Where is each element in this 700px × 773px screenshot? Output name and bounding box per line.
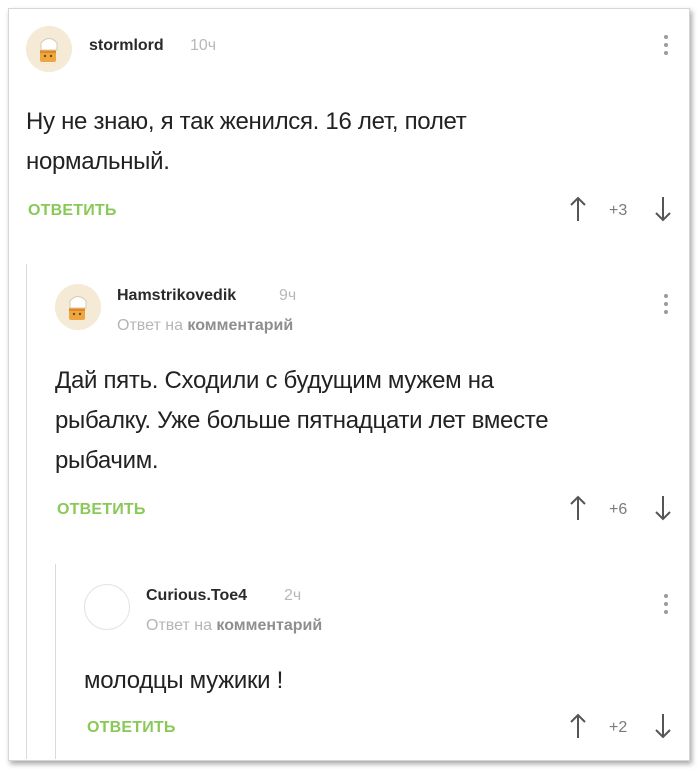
more-options-icon[interactable] <box>661 294 671 324</box>
more-options-icon[interactable] <box>661 35 671 65</box>
comment-time: 2ч <box>284 587 302 604</box>
comment-author[interactable]: Hamstrikovedik <box>117 287 236 305</box>
comment-score: +6 <box>609 501 628 518</box>
reply-to-link[interactable]: комментарий <box>216 617 322 634</box>
empty-avatar-icon[interactable] <box>84 584 130 630</box>
downvote-arrow-icon[interactable] <box>654 195 672 228</box>
comment-text: Ну не знаю, я так женился. 16 лет, полет… <box>26 102 467 182</box>
reply-to-label: Ответ на комментарий <box>117 317 293 335</box>
reply-to-prefix: Ответ на <box>117 317 188 334</box>
comment-text: молодцы мужики ! <box>84 661 283 701</box>
comments-panel: stormlord 10ч Ну не знаю, я так женился.… <box>8 8 690 761</box>
upvote-arrow-icon[interactable] <box>569 195 587 228</box>
comment-score: +2 <box>609 719 628 736</box>
comment-text: Дай пять. Сходили с будущим мужем на рыб… <box>55 361 549 481</box>
reply-to-link[interactable]: комментарий <box>187 317 293 334</box>
thread-line <box>26 264 27 759</box>
downvote-arrow-icon[interactable] <box>654 712 672 745</box>
more-options-icon[interactable] <box>661 594 671 624</box>
comment-author[interactable]: stormlord <box>89 37 164 55</box>
comment-text-line: рыбачим. <box>55 447 159 474</box>
reply-button[interactable]: ОТВЕТИТЬ <box>28 202 117 220</box>
reply-to-prefix: Ответ на <box>146 617 217 634</box>
comment-author[interactable]: Curious.Toe4 <box>146 587 247 605</box>
downvote-arrow-icon[interactable] <box>654 494 672 527</box>
comment-text-line: молодцы мужики ! <box>84 667 284 694</box>
comment-time: 9ч <box>279 287 297 304</box>
comment-text-line: Ну не знаю, я так женился. 16 лет, полет <box>26 108 467 135</box>
toast-avatar-icon[interactable] <box>55 284 101 330</box>
upvote-arrow-icon[interactable] <box>569 494 587 527</box>
comment-time: 10ч <box>190 37 217 54</box>
comment-text-line: нормальный. <box>26 148 170 175</box>
comment-text-line: Дай пять. Сходили с будущим мужем на <box>55 367 494 394</box>
reply-button[interactable]: ОТВЕТИТЬ <box>57 501 146 519</box>
reply-button[interactable]: ОТВЕТИТЬ <box>87 719 176 737</box>
thread-line <box>55 564 56 759</box>
comment-text-line: рыбалку. Уже больше пятнадцати лет вмест… <box>55 407 549 434</box>
comment-score: +3 <box>609 202 628 219</box>
reply-to-label: Ответ на комментарий <box>146 617 322 635</box>
toast-avatar-icon[interactable] <box>26 26 72 72</box>
upvote-arrow-icon[interactable] <box>569 712 587 745</box>
